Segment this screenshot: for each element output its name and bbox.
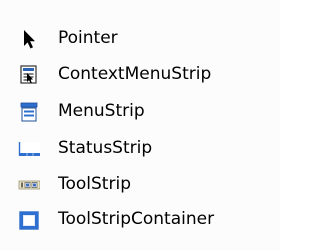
- toolbox-item-label: ToolStrip: [58, 174, 131, 194]
- toolbox-item-menustrip[interactable]: MenuStrip: [0, 93, 280, 129]
- status-strip-icon: [18, 138, 40, 160]
- context-menu-strip-icon: [18, 64, 40, 86]
- toolbox-item-contextmenustrip[interactable]: ContextMenuStrip: [0, 56, 280, 92]
- toolbox-item-toolstrip[interactable]: ToolStrip: [0, 166, 280, 202]
- toolbox-item-label: StatusStrip: [58, 138, 153, 158]
- toolbox-item-label: ToolStripContainer: [58, 209, 215, 229]
- toolbox-item-label: MenuStrip: [58, 101, 145, 121]
- toolbox-item-label: Pointer: [58, 28, 118, 48]
- menu-strip-icon: [18, 101, 40, 123]
- toolbox-panel: Pointer ContextMenuStrip MenuStrip Statu…: [0, 0, 280, 250]
- toolbox-item-label: ContextMenuStrip: [58, 64, 212, 84]
- toolbox-item-statusstrip[interactable]: StatusStrip: [0, 130, 280, 166]
- tool-strip-icon: [18, 174, 40, 196]
- pointer-arrow-icon: [18, 28, 40, 50]
- tool-strip-container-icon: [18, 209, 40, 231]
- toolbox-item-pointer[interactable]: Pointer: [0, 20, 280, 56]
- toolbox-item-toolstripcontainer[interactable]: ToolStripContainer: [0, 201, 280, 237]
